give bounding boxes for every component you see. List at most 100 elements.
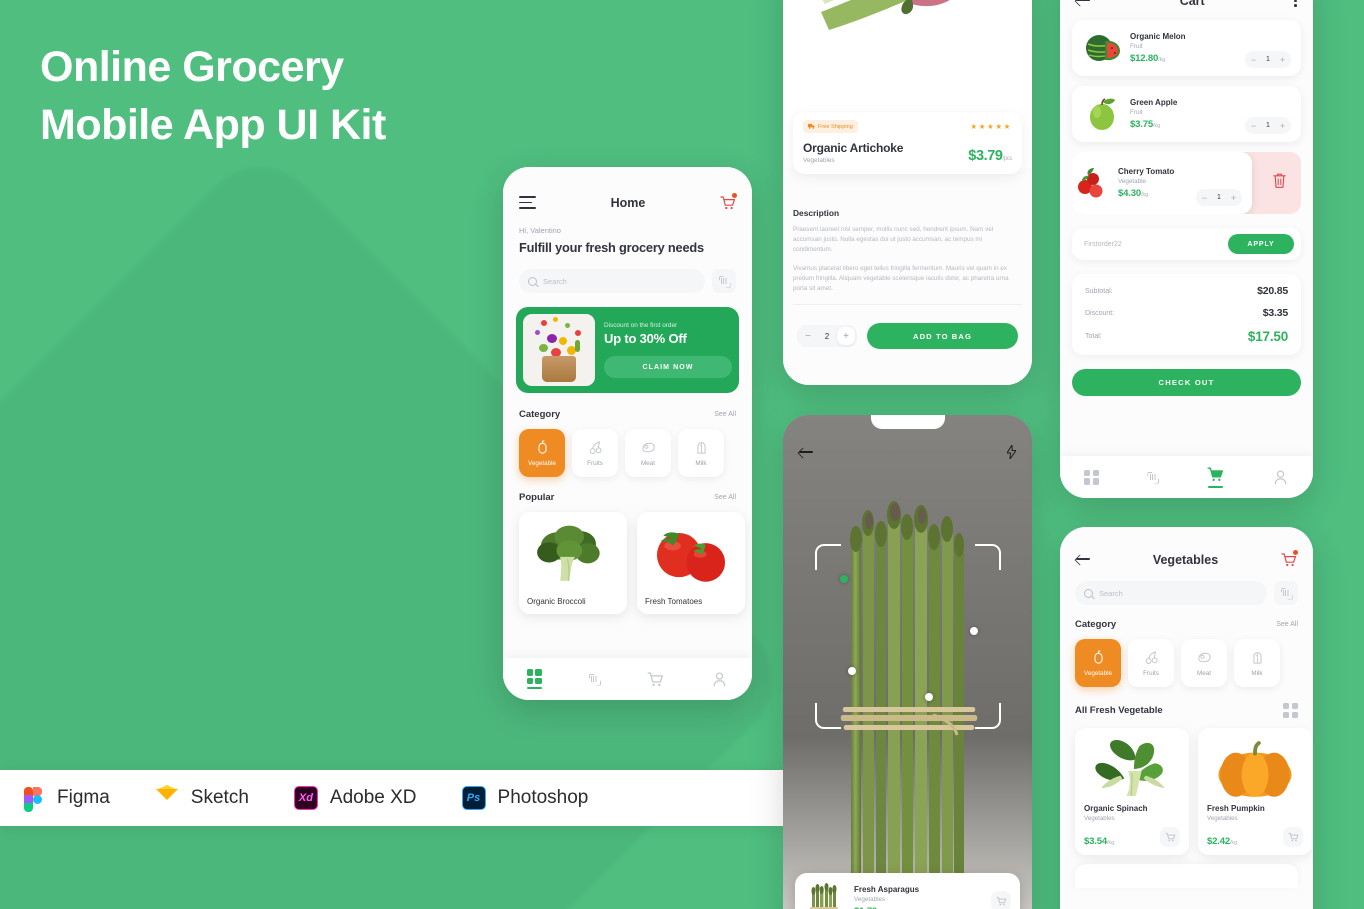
add-to-cart-button[interactable] [1160,827,1180,847]
coupon-input[interactable]: Firstorder22 [1084,241,1122,248]
quantity-stepper[interactable]: − 1 + [1196,189,1242,206]
more-vertical-icon[interactable] [1294,0,1297,7]
see-all-link[interactable]: See All [714,411,736,418]
rating-stars: ★★★★★ [970,122,1012,131]
decrease-quantity-button[interactable]: − [1246,121,1261,131]
cart-item-green-apple[interactable]: Green Apple Fruit $3.75/kg − 1 + [1072,86,1301,142]
tab-scan[interactable] [589,674,600,685]
tab-profile[interactable] [711,671,728,688]
category-item-vegetable[interactable]: Vegetable [519,429,565,477]
adobe-xd-icon: Xd [293,785,319,811]
category-item-meat[interactable]: Meat [1181,639,1227,687]
scan-point-active [840,575,848,583]
decrease-quantity-button[interactable]: − [1246,55,1261,65]
grid-icon [1084,469,1100,485]
tab-cart[interactable] [1207,466,1224,488]
tool-photoshop: Ps Photoshop [461,785,611,811]
pepper-icon [1090,649,1107,666]
product-card-fresh-pumpkin[interactable]: Fresh Pumpkin Vegetables $2.42/kg [1198,728,1312,855]
tab-home[interactable] [526,669,542,689]
milk-carton-icon [693,439,710,456]
hamburger-icon[interactable] [519,196,536,209]
flash-icon[interactable] [1006,443,1017,464]
increase-quantity-button[interactable]: + [1275,55,1290,65]
search-input[interactable]: Search [519,269,705,293]
quantity-stepper[interactable]: − 1 + [1245,117,1291,134]
increase-quantity-button[interactable]: + [837,327,855,345]
category-item-fruits[interactable]: Fruits [1128,639,1174,687]
product-card-tomatoes[interactable]: Fresh Tomatoes [637,512,745,614]
cart-icon [1207,466,1224,483]
cart-item-cherry-tomato-swiped[interactable]: Cherry Tomato Vegetable $4.30/kg − 1 + [1072,152,1301,214]
promo-subtitle: Discount on the first order [604,322,678,329]
cart-icon[interactable] [720,193,737,210]
figma-icon [20,785,46,812]
grid-view-icon[interactable] [1283,703,1298,718]
product-category: Vegetables [1207,815,1238,822]
see-all-link[interactable]: See All [714,494,736,501]
barcode-scan-icon[interactable] [712,269,736,293]
product-name: Organic Spinach [1084,804,1148,813]
search-row: Search [503,269,752,293]
price-unit: /kg [1107,840,1115,846]
tab-cart[interactable] [647,671,664,688]
search-placeholder: Search [543,276,567,286]
cart-tabbar [1060,456,1313,498]
scan-result-card[interactable]: Fresh Asparagus Vegetables $1.70/kg [795,873,1020,909]
increase-quantity-button[interactable]: + [1226,193,1241,203]
add-to-cart-button[interactable] [991,891,1011,909]
promo-banner[interactable]: Discount on the first order Up to 30% Of… [516,307,739,393]
add-to-bag-row: − 2 + ADD TO BAG [797,323,1018,349]
tab-profile[interactable] [1272,469,1289,486]
claim-now-button[interactable]: CLAIM NOW [604,356,732,378]
category-section-header: Category See All [519,409,736,420]
product-card-organic-spinach[interactable]: Organic Spinach Vegetables $3.54/kg [1075,728,1189,855]
increase-quantity-button[interactable]: + [1275,121,1290,131]
category-item-vegetable[interactable]: Vegetable [1075,639,1121,687]
category-item-meat[interactable]: Meat [625,429,671,477]
product-image [1082,28,1122,68]
cart-item-organic-melon[interactable]: Organic Melon Fruit $12.80/kg − 1 + [1072,20,1301,76]
tab-home[interactable] [1084,469,1100,485]
category-item-milk[interactable]: Milk [678,429,724,477]
cart-icon[interactable] [1281,550,1298,567]
vegetable-product-grid: Organic Spinach Vegetables $3.54/kg Fres… [1075,728,1312,855]
meat-icon [640,439,657,456]
quantity-value: 1 [1217,194,1221,201]
back-arrow-icon[interactable] [1076,554,1090,565]
product-image [804,880,846,909]
barcode-scan-icon[interactable] [1274,581,1298,605]
search-input[interactable]: Search [1075,581,1267,605]
add-to-bag-button[interactable]: ADD TO BAG [867,323,1018,349]
product-grid-next-row [1075,864,1298,888]
tool-label: Figma [57,787,110,808]
profile-icon [1272,469,1289,486]
apply-coupon-button[interactable]: APPLY [1228,234,1294,254]
product-card-broccoli[interactable]: Organic Broccoli [519,512,627,614]
category-item-milk[interactable]: Milk [1234,639,1280,687]
quantity-value: 1 [1266,56,1270,63]
add-to-cart-button[interactable] [1283,827,1303,847]
trash-icon[interactable] [1272,172,1287,194]
decrease-quantity-button[interactable]: − [799,327,817,345]
summary-label: Subtotal: [1085,287,1113,295]
search-icon [528,276,537,286]
section-title: Category [519,409,561,420]
see-all-link[interactable]: See All [1276,621,1298,628]
search-row: Search [1060,581,1313,605]
tab-scan[interactable] [1147,472,1158,483]
decrease-quantity-button[interactable]: − [1197,193,1212,203]
back-arrow-icon[interactable] [1076,0,1090,7]
barcode-scan-icon [589,674,600,685]
price-unit: /pcs [1002,155,1013,162]
quantity-stepper[interactable]: − 2 + [797,325,857,347]
product-image [1084,737,1180,799]
category-label: Milk [695,460,707,467]
checkout-button[interactable]: CHECK OUT [1072,369,1301,396]
price-value: $3.54 [1084,836,1108,847]
category-item-fruits[interactable]: Fruits [572,429,618,477]
quantity-stepper[interactable]: − 1 + [1245,51,1291,68]
category-label: Meat [1197,670,1211,677]
product-category: Vegetables [1084,815,1115,822]
section-title: All Fresh Vegetable [1075,705,1163,716]
